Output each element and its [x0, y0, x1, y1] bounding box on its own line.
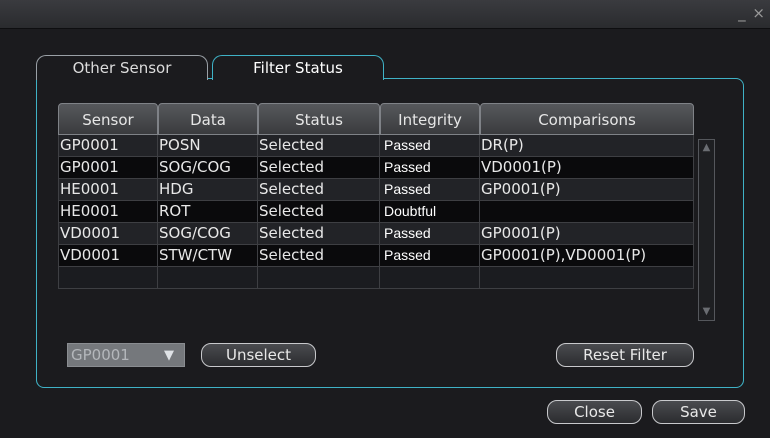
unselect-button[interactable]: Unselect: [201, 343, 316, 367]
table-header-row: Sensor Data Status Integrity Comparisons: [58, 103, 694, 135]
sensor-select[interactable]: GP0001 ▼: [67, 343, 185, 367]
minimize-icon[interactable]: _: [738, 4, 747, 22]
tab-other-sensor[interactable]: Other Sensor: [36, 55, 208, 80]
table-row[interactable]: HE0001 HDG Selected Passed GP0001(P): [58, 179, 694, 201]
cell-sensor: HE0001: [58, 201, 158, 223]
scroll-down-icon[interactable]: ▼: [701, 306, 712, 318]
cell-comparisons: VD0001(P): [480, 157, 694, 179]
tab-filter-status[interactable]: Filter Status: [212, 55, 384, 80]
cell-status: Selected: [258, 179, 380, 201]
cell-integrity: Passed: [380, 179, 480, 201]
cell-integrity: Passed: [380, 223, 480, 245]
table-row[interactable]: [58, 267, 694, 289]
close-icon[interactable]: ×: [752, 4, 766, 22]
cell-status: Selected: [258, 245, 380, 267]
cell-data: ROT: [158, 201, 258, 223]
cell-status: Selected: [258, 201, 380, 223]
cell-integrity: Passed: [380, 245, 480, 267]
cell-integrity: [380, 267, 480, 289]
table-row[interactable]: HE0001 ROT Selected Doubtful: [58, 201, 694, 223]
window-controls: _ ×: [738, 4, 766, 22]
cell-status: Selected: [258, 223, 380, 245]
cell-sensor: [58, 267, 158, 289]
cell-comparisons: GP0001(P): [480, 223, 694, 245]
table-row[interactable]: GP0001 POSN Selected Passed DR(P): [58, 135, 694, 157]
cell-comparisons: GP0001(P): [480, 179, 694, 201]
cell-data: [158, 267, 258, 289]
chevron-down-icon[interactable]: ▼: [164, 348, 174, 363]
column-header-data[interactable]: Data: [158, 103, 258, 135]
table-scrollbar[interactable]: ▲ ▼: [698, 139, 715, 321]
cell-comparisons: [480, 201, 694, 223]
cell-data: SOG/COG: [158, 157, 258, 179]
column-header-status[interactable]: Status: [258, 103, 380, 135]
sensor-table: Sensor Data Status Integrity Comparisons…: [58, 103, 694, 289]
filter-status-window: _ × Other Sensor Filter Status Sensor Da…: [0, 0, 770, 438]
cell-data: STW/CTW: [158, 245, 258, 267]
cell-data: HDG: [158, 179, 258, 201]
cell-status: Selected: [258, 135, 380, 157]
column-header-comparisons[interactable]: Comparisons: [480, 103, 694, 135]
cell-status: Selected: [258, 157, 380, 179]
cell-sensor: GP0001: [58, 135, 158, 157]
sensor-select-value: GP0001: [71, 346, 130, 364]
cell-sensor: VD0001: [58, 223, 158, 245]
close-button[interactable]: Close: [547, 400, 642, 424]
cell-sensor: HE0001: [58, 179, 158, 201]
table-row[interactable]: GP0001 SOG/COG Selected Passed VD0001(P): [58, 157, 694, 179]
table-row[interactable]: VD0001 SOG/COG Selected Passed GP0001(P): [58, 223, 694, 245]
cell-sensor: GP0001: [58, 157, 158, 179]
cell-comparisons: GP0001(P),VD0001(P): [480, 245, 694, 267]
cell-sensor: VD0001: [58, 245, 158, 267]
cell-data: SOG/COG: [158, 223, 258, 245]
title-bar: _ ×: [0, 0, 770, 29]
save-button[interactable]: Save: [652, 400, 745, 424]
column-header-integrity[interactable]: Integrity: [380, 103, 480, 135]
cell-integrity: Passed: [380, 135, 480, 157]
scroll-up-icon[interactable]: ▲: [701, 142, 712, 154]
cell-comparisons: [480, 267, 694, 289]
cell-integrity: Doubtful: [380, 201, 480, 223]
cell-data: POSN: [158, 135, 258, 157]
table-row[interactable]: VD0001 STW/CTW Selected Passed GP0001(P)…: [58, 245, 694, 267]
cell-status: [258, 267, 380, 289]
reset-filter-button[interactable]: Reset Filter: [556, 343, 694, 367]
cell-comparisons: DR(P): [480, 135, 694, 157]
cell-integrity: Passed: [380, 157, 480, 179]
column-header-sensor[interactable]: Sensor: [58, 103, 158, 135]
